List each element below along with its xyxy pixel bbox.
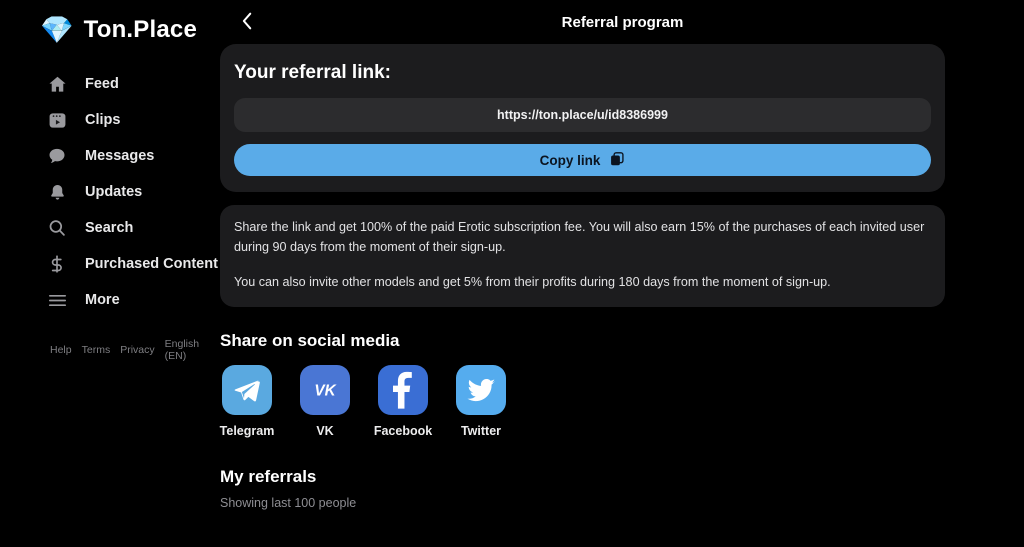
social-label: VK: [316, 423, 334, 438]
app-root: 💎 Ton.Place Feed Clips Messages Updates …: [0, 0, 1024, 547]
footer-link-help[interactable]: Help: [50, 344, 72, 356]
sidebar-item-label: More: [85, 292, 120, 308]
sidebar-item-search[interactable]: Search: [0, 210, 220, 246]
bell-icon: [46, 181, 68, 203]
sidebar-item-label: Search: [85, 220, 134, 236]
brand-name: Ton.Place: [83, 16, 198, 43]
back-button[interactable]: [232, 6, 262, 36]
my-referrals-section: My referrals Showing last 100 people: [220, 467, 945, 510]
sidebar-item-purchased-content[interactable]: Purchased Content: [0, 246, 220, 282]
referral-info-card: Share the link and get 100% of the paid …: [220, 205, 945, 307]
referrals-title: My referrals: [220, 466, 317, 486]
share-telegram-button[interactable]: Telegram: [219, 364, 275, 438]
copy-link-button[interactable]: Copy link: [234, 144, 931, 176]
social-label: Telegram: [219, 423, 275, 438]
message-bubble-icon: [46, 145, 68, 167]
brand-logo[interactable]: 💎 Ton.Place: [0, 10, 220, 44]
social-share-section: Share on social media Telegram VK VK Fac…: [220, 331, 945, 438]
sidebar-footer-links: Help Terms Privacy English (EN): [0, 338, 220, 362]
svg-text:VK: VK: [314, 382, 336, 399]
info-paragraph: You can also invite other models and get…: [234, 275, 831, 290]
referral-link-field[interactable]: https://ton.place/u/id8386999: [234, 98, 931, 132]
sidebar-item-clips[interactable]: Clips: [0, 102, 220, 138]
footer-link-privacy[interactable]: Privacy: [120, 344, 154, 356]
share-vk-button[interactable]: VK VK: [298, 364, 352, 438]
telegram-tile: [222, 364, 272, 415]
page-title: Referral program: [561, 13, 684, 31]
referral-card-title: Your referral link:: [234, 62, 391, 83]
main-content: Referral program Your referral link: htt…: [220, 0, 1024, 547]
facebook-icon: [393, 371, 412, 409]
copy-icon: [609, 151, 625, 170]
sidebar-item-label: Clips: [85, 112, 121, 128]
sidebar: 💎 Ton.Place Feed Clips Messages Updates …: [0, 0, 220, 547]
clips-icon: [46, 109, 68, 131]
footer-link-language[interactable]: English (EN): [165, 338, 220, 362]
footer-link-terms[interactable]: Terms: [82, 344, 111, 356]
referral-link-card: Your referral link: https://ton.place/u/…: [220, 44, 945, 192]
content-area: Your referral link: https://ton.place/u/…: [220, 44, 1024, 510]
sidebar-item-label: Feed: [85, 76, 119, 92]
sidebar-item-updates[interactable]: Updates: [0, 174, 220, 210]
sidebar-item-label: Purchased Content: [85, 256, 218, 272]
vk-tile: VK: [300, 364, 350, 415]
sidebar-nav: Feed Clips Messages Updates Search Purch…: [0, 66, 220, 318]
sidebar-item-more[interactable]: More: [0, 282, 220, 318]
share-facebook-button[interactable]: Facebook: [373, 364, 433, 438]
search-icon: [46, 217, 68, 239]
sidebar-item-messages[interactable]: Messages: [0, 138, 220, 174]
info-paragraph: Share the link and get 100% of the paid …: [234, 220, 925, 254]
twitter-tile: [456, 364, 506, 415]
copy-link-label: Copy link: [539, 152, 601, 168]
facebook-tile: [378, 364, 428, 415]
twitter-icon: [466, 378, 495, 402]
hamburger-icon: [46, 289, 68, 311]
sidebar-item-label: Messages: [85, 148, 155, 164]
referrals-subtitle: Showing last 100 people: [220, 495, 357, 510]
dollar-icon: [46, 253, 68, 275]
vk-icon: VK: [314, 382, 336, 399]
sidebar-item-label: Updates: [85, 184, 143, 200]
sidebar-item-feed[interactable]: Feed: [0, 66, 220, 102]
social-section-title: Share on social media: [220, 330, 400, 350]
gem-diamond-icon: 💎: [40, 14, 74, 45]
share-twitter-button[interactable]: Twitter: [454, 364, 508, 438]
home-icon: [46, 73, 68, 95]
social-icon-row: Telegram VK VK Facebook Twitter: [219, 364, 945, 438]
social-label: Twitter: [460, 423, 502, 438]
chevron-left-icon: [242, 12, 251, 30]
telegram-icon: [234, 379, 260, 401]
social-label: Facebook: [373, 423, 433, 438]
page-header: Referral program: [220, 0, 1024, 44]
